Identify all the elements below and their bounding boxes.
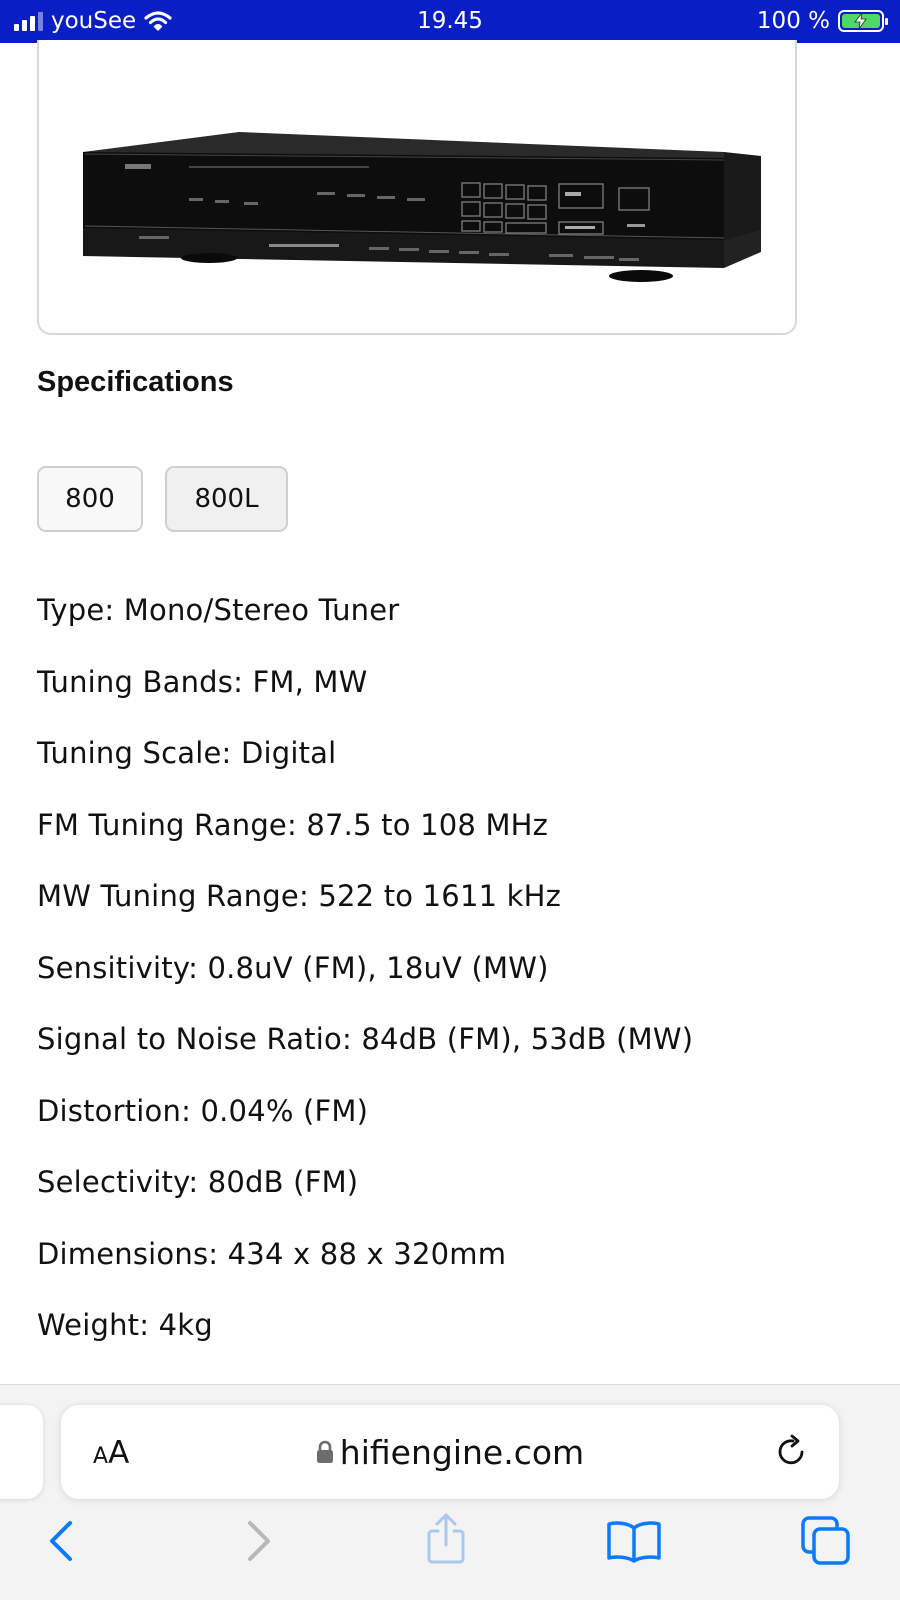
- spec-weight: Weight: 4kg: [37, 1308, 213, 1342]
- product-image-card: [37, 40, 797, 335]
- browser-bottom-bar: AA hifiengine.com: [0, 1384, 900, 1600]
- status-bar: youSee 19.45 100 %: [0, 0, 900, 43]
- tabs-icon[interactable]: [800, 1515, 852, 1567]
- spec-distortion: Distortion: 0.04% (FM): [37, 1093, 369, 1128]
- tuner-product-photo: [83, 132, 761, 282]
- address-bar[interactable]: AA hifiengine.com: [61, 1405, 839, 1499]
- previous-tab-card[interactable]: [0, 1405, 43, 1499]
- status-right: 100 %: [756, 8, 888, 34]
- spec-dimensions: Dimensions: 434 x 88 x 320mm: [37, 1236, 507, 1271]
- specifications-heading: Specifications: [37, 366, 234, 398]
- spec-tuning-bands: Tuning Bands: FM, MW: [37, 664, 368, 699]
- spec-selectivity: Selectivity: 80dB (FM): [37, 1165, 359, 1199]
- share-icon[interactable]: [424, 1513, 468, 1565]
- battery-charging-icon: [838, 10, 888, 32]
- bookmarks-icon[interactable]: [606, 1519, 662, 1563]
- reload-icon[interactable]: [775, 1433, 809, 1469]
- spec-fm-tuning-range: FM Tuning Range: 87.5 to 108 MHz: [37, 807, 549, 842]
- spec-type: Type: Mono/Stereo Tuner: [37, 593, 400, 627]
- url-text: hifiengine.com: [339, 1433, 585, 1472]
- spec-sensitivity: Sensitivity: 0.8uV (FM), 18uV (MW): [37, 950, 549, 985]
- spec-mw-tuning-range: MW Tuning Range: 522 to 1611 kHz: [37, 879, 562, 913]
- spec-tuning-scale: Tuning Scale: Digital: [37, 736, 337, 770]
- url-display[interactable]: hifiengine.com: [61, 1433, 839, 1472]
- forward-icon[interactable]: [242, 1519, 274, 1563]
- battery-percentage: 100 %: [756, 8, 830, 34]
- spec-list: Type: Mono/Stereo Tuner Tuning Bands: FM…: [37, 590, 693, 1377]
- variant-button-800l[interactable]: 800L: [165, 466, 288, 532]
- lock-icon: [316, 1440, 333, 1463]
- spec-signal-to-noise: Signal to Noise Ratio: 84dB (FM), 53dB (…: [37, 1022, 694, 1056]
- back-icon[interactable]: [46, 1519, 78, 1563]
- variant-button-800[interactable]: 800: [37, 466, 143, 532]
